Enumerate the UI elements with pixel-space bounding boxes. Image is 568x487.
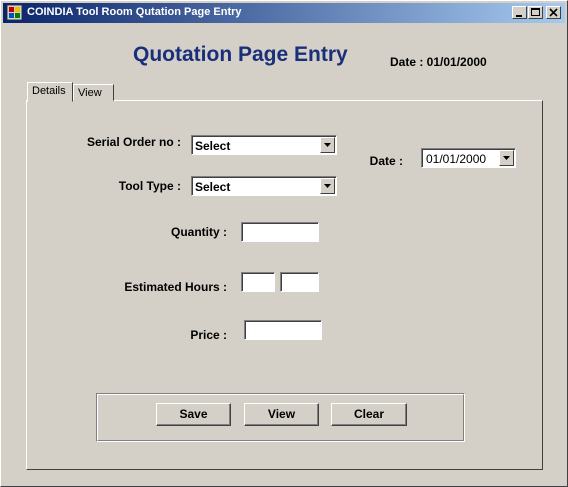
price-input[interactable] xyxy=(244,320,322,340)
close-button[interactable] xyxy=(546,6,561,19)
maximize-icon xyxy=(531,8,540,16)
save-button[interactable]: Save xyxy=(156,403,231,426)
minimize-icon xyxy=(516,15,522,17)
quantity-label: Quantity : xyxy=(171,225,227,239)
header-date: Date : 01/01/2000 xyxy=(390,55,487,69)
tab-view-label: View xyxy=(78,87,102,99)
tool-type-dropdown-button[interactable] xyxy=(320,178,335,194)
main-window: COINDIA Tool Room Qutation Page Entry Qu… xyxy=(0,0,568,487)
close-icon xyxy=(549,8,558,17)
minimize-button[interactable] xyxy=(512,6,527,19)
price-label: Price : xyxy=(190,328,227,342)
serial-order-value: Select xyxy=(195,139,231,153)
chevron-down-icon xyxy=(324,184,331,188)
app-icon xyxy=(7,5,22,20)
chevron-down-icon xyxy=(324,143,331,147)
date-picker-value: 01/01/2000 xyxy=(426,152,487,166)
clear-button[interactable]: Clear xyxy=(331,403,407,426)
serial-order-combobox[interactable]: Select xyxy=(191,135,337,155)
view-button[interactable]: View xyxy=(244,403,319,426)
title-bar[interactable]: COINDIA Tool Room Qutation Page Entry xyxy=(3,3,565,23)
quantity-input[interactable] xyxy=(241,222,319,242)
date-picker[interactable]: 01/01/2000 xyxy=(421,148,516,168)
tool-type-value: Select xyxy=(195,180,231,194)
serial-order-dropdown-button[interactable] xyxy=(320,137,335,153)
window-title: COINDIA Tool Room Qutation Page Entry xyxy=(27,6,242,18)
estimated-hours-input-1[interactable] xyxy=(241,272,275,292)
tool-type-label: Tool Type : xyxy=(118,179,181,193)
tab-details[interactable]: Details xyxy=(27,82,73,102)
tab-details-label: Details xyxy=(32,85,66,97)
page-title: Quotation Page Entry xyxy=(133,43,348,66)
estimated-hours-input-2[interactable] xyxy=(280,272,319,292)
tab-view[interactable]: View xyxy=(73,84,114,101)
serial-order-label: Serial Order no : xyxy=(86,135,181,149)
estimated-hours-label: Estimated Hours : xyxy=(124,280,227,294)
maximize-button[interactable] xyxy=(528,6,543,19)
date-picker-dropdown-button[interactable] xyxy=(499,150,514,166)
tool-type-combobox[interactable]: Select xyxy=(191,176,337,196)
date-field-label: Date : xyxy=(369,154,403,168)
chevron-down-icon xyxy=(503,156,510,160)
